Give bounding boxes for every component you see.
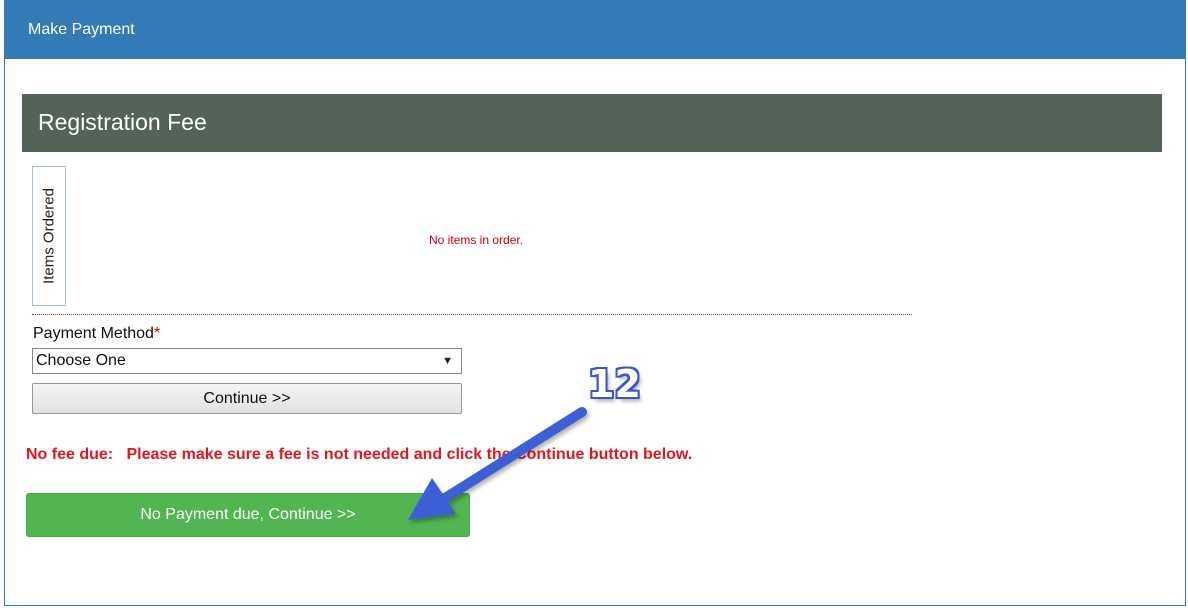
step-number-badge: 12 [588, 362, 641, 406]
continue-button[interactable]: Continue >> [32, 383, 462, 414]
items-ordered-tab[interactable]: Items Ordered [32, 166, 66, 306]
empty-order-message: No items in order. [429, 233, 524, 247]
payment-method-label-text: Payment Method [33, 325, 154, 342]
dropdown-arrow-icon: ▼ [442, 355, 453, 367]
payment-method-select[interactable]: Choose One ▼ [32, 348, 462, 374]
items-ordered-label: Items Ordered [40, 188, 58, 284]
no-payment-continue-button[interactable]: No Payment due, Continue >> [26, 493, 470, 537]
required-marker: * [153, 325, 161, 342]
panel-title: Make Payment [5, 1, 1185, 59]
section-title: Registration Fee [22, 94, 1162, 152]
payment-method-label: Payment Method* [33, 325, 160, 343]
payment-method-selected-value: Choose One [36, 352, 126, 369]
no-fee-message: No fee due: Please make sure a fee is no… [26, 446, 693, 463]
divider [32, 314, 912, 315]
